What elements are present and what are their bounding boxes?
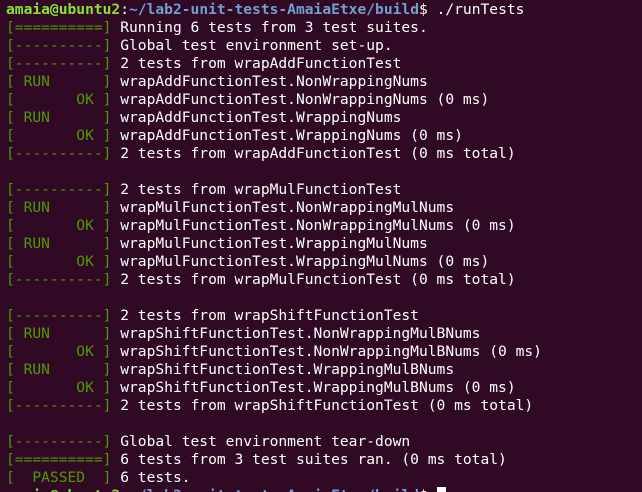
test-status-tag: [ OK ] (6, 217, 112, 234)
test-message: wrapAddFunctionTest.WrappingNums (120, 109, 402, 126)
test-status-tag: [----------] (6, 145, 112, 162)
output-line: [ OK ] wrapMulFunctionTest.WrappingMulNu… (6, 253, 642, 271)
prompt-line-active[interactable]: amaia@ubuntu2:~/lab2-unit-tests-AmaiaEtx… (6, 487, 642, 492)
output-line: [----------] Global test environment tea… (6, 433, 642, 451)
test-status-tag: [ OK ] (6, 343, 112, 360)
test-status-tag: [ PASSED ] (6, 469, 112, 486)
output-line: [ OK ] wrapAddFunctionTest.WrappingNums … (6, 127, 642, 145)
prompt-symbol: $ (419, 487, 428, 492)
test-status-tag: [ OK ] (6, 379, 112, 396)
test-status-tag: [==========] (6, 19, 112, 36)
output-line: [ OK ] wrapMulFunctionTest.NonWrappingMu… (6, 217, 642, 235)
test-message: Running 6 tests from 3 test suites. (120, 19, 428, 36)
test-message: Global test environment set-up. (120, 37, 393, 54)
test-status-tag: [ RUN ] (6, 109, 112, 126)
output-line: [ RUN ] wrapShiftFunctionTest.NonWrappin… (6, 325, 642, 343)
test-message: wrapAddFunctionTest.NonWrappingNums (120, 73, 428, 90)
prompt-separator: : (120, 1, 130, 18)
output-line: [ RUN ] wrapShiftFunctionTest.WrappingMu… (6, 361, 642, 379)
test-message: Global test environment tear-down (120, 433, 411, 450)
test-status-tag: [----------] (6, 433, 112, 450)
test-message: 2 tests from wrapShiftFunctionTest (120, 307, 419, 324)
test-message: wrapShiftFunctionTest.NonWrappingMulBNum… (120, 343, 542, 360)
test-status-tag: [ RUN ] (6, 325, 112, 342)
output-line: [----------] 2 tests from wrapMulFunctio… (6, 181, 642, 199)
prompt-line: amaia@ubuntu2:~/lab2-unit-tests-AmaiaEtx… (6, 1, 642, 19)
test-message: wrapMulFunctionTest.NonWrappingMulNums (120, 199, 455, 216)
test-message: wrapMulFunctionTest.NonWrappingMulNums (… (120, 217, 516, 234)
prompt-command: ./runTests (427, 1, 525, 18)
test-message: wrapMulFunctionTest.WrappingMulNums (120, 235, 428, 252)
test-status-tag: [ OK ] (6, 127, 112, 144)
output-line: [==========] 6 tests from 3 test suites … (6, 451, 642, 469)
test-message: wrapAddFunctionTest.WrappingNums (0 ms) (120, 127, 463, 144)
prompt-path: ~/lab2-unit-tests-AmaiaEtxe/build (129, 487, 419, 492)
prompt-separator: : (120, 487, 129, 492)
test-status-tag: [----------] (6, 397, 112, 414)
test-status-tag: [----------] (6, 37, 112, 54)
test-message: wrapShiftFunctionTest.WrappingMulBNums (… (120, 379, 516, 396)
prompt-symbol: $ (418, 1, 428, 18)
test-status-tag: [----------] (6, 181, 112, 198)
output-line: [ RUN ] wrapMulFunctionTest.WrappingMulN… (6, 235, 642, 253)
output-line: [ OK ] wrapShiftFunctionTest.NonWrapping… (6, 343, 642, 361)
test-message: 6 tests from 3 test suites ran. (0 ms to… (120, 451, 507, 468)
test-message: 2 tests from wrapAddFunctionTest (0 ms t… (120, 145, 516, 162)
test-message: 2 tests from wrapAddFunctionTest (120, 55, 402, 72)
test-message: wrapMulFunctionTest.WrappingMulNums (0 m… (120, 253, 490, 270)
test-status-tag: [----------] (6, 55, 112, 72)
output-line: [ OK ] wrapShiftFunctionTest.WrappingMul… (6, 379, 642, 397)
output-line: [ PASSED ] 6 tests. (6, 469, 642, 487)
test-status-tag: [ RUN ] (6, 361, 112, 378)
output-line: [==========] Running 6 tests from 3 test… (6, 19, 642, 37)
output-line: [----------] Global test environment set… (6, 37, 642, 55)
output-line: [----------] 2 tests from wrapShiftFunct… (6, 397, 642, 415)
test-status-tag: [ RUN ] (6, 199, 112, 216)
test-message: wrapAddFunctionTest.NonWrappingNums (0 m… (120, 91, 490, 108)
output-line: [ OK ] wrapAddFunctionTest.NonWrappingNu… (6, 91, 642, 109)
prompt-path: ~/lab2-unit-tests-AmaiaEtxe/build (129, 1, 419, 18)
output-line: [----------] 2 tests from wrapShiftFunct… (6, 307, 642, 325)
test-message: 2 tests from wrapShiftFunctionTest (0 ms… (120, 397, 534, 414)
test-status-tag: [ RUN ] (6, 73, 112, 90)
test-status-tag: [ RUN ] (6, 235, 112, 252)
output-line: [----------] 2 tests from wrapAddFunctio… (6, 145, 642, 163)
test-message: 6 tests. (120, 469, 191, 486)
test-message: wrapShiftFunctionTest.NonWrappingMulBNum… (120, 325, 481, 342)
output-line: [----------] 2 tests from wrapMulFunctio… (6, 271, 642, 289)
test-status-tag: [==========] (6, 451, 112, 468)
output-line: [ RUN ] wrapAddFunctionTest.WrappingNums (6, 109, 642, 127)
prompt-user: amaia@ubuntu2 (6, 487, 120, 492)
prompt-user: amaia@ubuntu2 (6, 1, 121, 18)
output-line: [ RUN ] wrapMulFunctionTest.NonWrappingM… (6, 199, 642, 217)
test-message: 2 tests from wrapMulFunctionTest (0 ms t… (120, 271, 516, 288)
text-cursor[interactable] (436, 487, 446, 492)
test-message: wrapShiftFunctionTest.WrappingMulBNums (120, 361, 455, 378)
test-status-tag: [----------] (6, 307, 112, 324)
test-message: 2 tests from wrapMulFunctionTest (120, 181, 402, 198)
test-status-tag: [----------] (6, 271, 112, 288)
test-status-tag: [ OK ] (6, 253, 112, 270)
terminal-window[interactable]: amaia@ubuntu2:~/lab2-unit-tests-AmaiaEtx… (0, 0, 642, 492)
output-line: [ RUN ] wrapAddFunctionTest.NonWrappingN… (6, 73, 642, 91)
test-status-tag: [ OK ] (6, 91, 112, 108)
output-line: [----------] 2 tests from wrapAddFunctio… (6, 55, 642, 73)
